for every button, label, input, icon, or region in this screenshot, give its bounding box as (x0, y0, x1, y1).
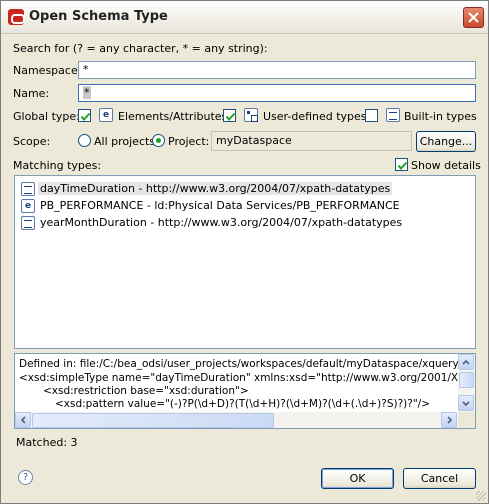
scroll-up-button[interactable] (458, 354, 474, 370)
project-radio[interactable] (152, 134, 165, 147)
close-button[interactable] (463, 7, 484, 28)
elements-checkbox[interactable] (78, 109, 91, 122)
list-item-label: PB_PERFORMANCE - ld:Physical Data Servic… (40, 199, 400, 212)
namespace-label: Namespace: (13, 64, 82, 77)
checkmark-icon (397, 161, 408, 171)
dialog-title: Open Schema Type (29, 9, 168, 24)
checkmark-icon (225, 112, 236, 122)
horizontal-scroll-thumb[interactable] (32, 413, 274, 428)
name-label: Name: (13, 87, 50, 100)
title-bar: Open Schema Type (1, 1, 488, 34)
checkmark-icon (80, 112, 91, 122)
details-pane[interactable]: Defined in: file:/C:/bea_odsi/user_proje… (14, 353, 476, 429)
details-line: <xsd:restriction base="xsd:duration"> (43, 385, 249, 397)
details-line: Defined in: file:/C:/bea_odsi/user_proje… (19, 358, 476, 370)
vertical-scrollbar[interactable] (458, 354, 475, 412)
user-defined-label: User-defined types (263, 110, 367, 123)
simple-type-icon (21, 216, 35, 230)
chevron-up-icon (462, 359, 470, 365)
project-field: myDataspace (211, 131, 412, 151)
chevron-down-icon (462, 401, 470, 407)
name-value: * (83, 86, 91, 99)
builtin-label: Built-in types (404, 110, 477, 123)
scope-label: Scope: (13, 135, 51, 148)
matching-types-label: Matching types: (13, 159, 102, 172)
elements-label: Elements/Attributes (118, 110, 228, 123)
scroll-down-button[interactable] (458, 395, 474, 411)
user-defined-checkbox[interactable] (223, 109, 236, 122)
element-icon: e (21, 199, 35, 213)
simple-type-icon (21, 182, 35, 196)
project-label: Project: (168, 135, 210, 148)
vertical-scroll-thumb[interactable] (459, 372, 474, 388)
show-details-checkbox[interactable] (395, 158, 408, 171)
search-instruction: Search for (? = any character, * = any s… (13, 42, 268, 55)
namespace-input[interactable]: * (78, 61, 476, 79)
ok-button[interactable]: OK (321, 468, 394, 489)
element-icon: e (99, 108, 113, 122)
open-schema-type-dialog: Open Schema Type Search for (? = any cha… (0, 0, 489, 504)
show-details-label: Show details (411, 159, 481, 172)
cancel-button[interactable]: Cancel (403, 468, 476, 489)
global-type-label: Global type: (13, 110, 80, 123)
scroll-right-button[interactable] (441, 412, 457, 428)
all-projects-label: All projects (94, 135, 156, 148)
builtin-type-icon (386, 108, 400, 122)
details-line: <xsd:pattern value="(-)?P(\d+D)?(T(\d+H)… (55, 398, 431, 410)
name-input[interactable]: * (78, 84, 476, 102)
scroll-corner (458, 412, 475, 428)
change-button[interactable]: Change... (416, 131, 476, 152)
scroll-left-button[interactable] (15, 412, 31, 428)
chevron-right-icon (447, 416, 453, 424)
all-projects-radio[interactable] (78, 134, 91, 147)
matched-count: Matched: 3 (16, 436, 78, 449)
radio-selected-dot (156, 138, 161, 143)
details-line: <xsd:simpleType name="dayTimeDuration" x… (19, 372, 476, 384)
builtin-checkbox[interactable] (365, 109, 378, 122)
user-defined-type-icon (244, 108, 258, 122)
list-item-label: yearMonthDuration - http://www.w3.org/20… (40, 216, 403, 229)
list-item-label: dayTimeDuration - http://www.w3.org/2004… (38, 182, 393, 195)
oracle-logo-icon (8, 9, 25, 25)
horizontal-scrollbar[interactable] (15, 412, 458, 428)
matching-types-list[interactable]: dayTimeDuration - http://www.w3.org/2004… (14, 175, 476, 349)
resize-grip[interactable] (476, 491, 486, 501)
chevron-left-icon (20, 416, 26, 424)
help-icon[interactable]: ? (18, 470, 33, 485)
close-icon (468, 12, 479, 23)
